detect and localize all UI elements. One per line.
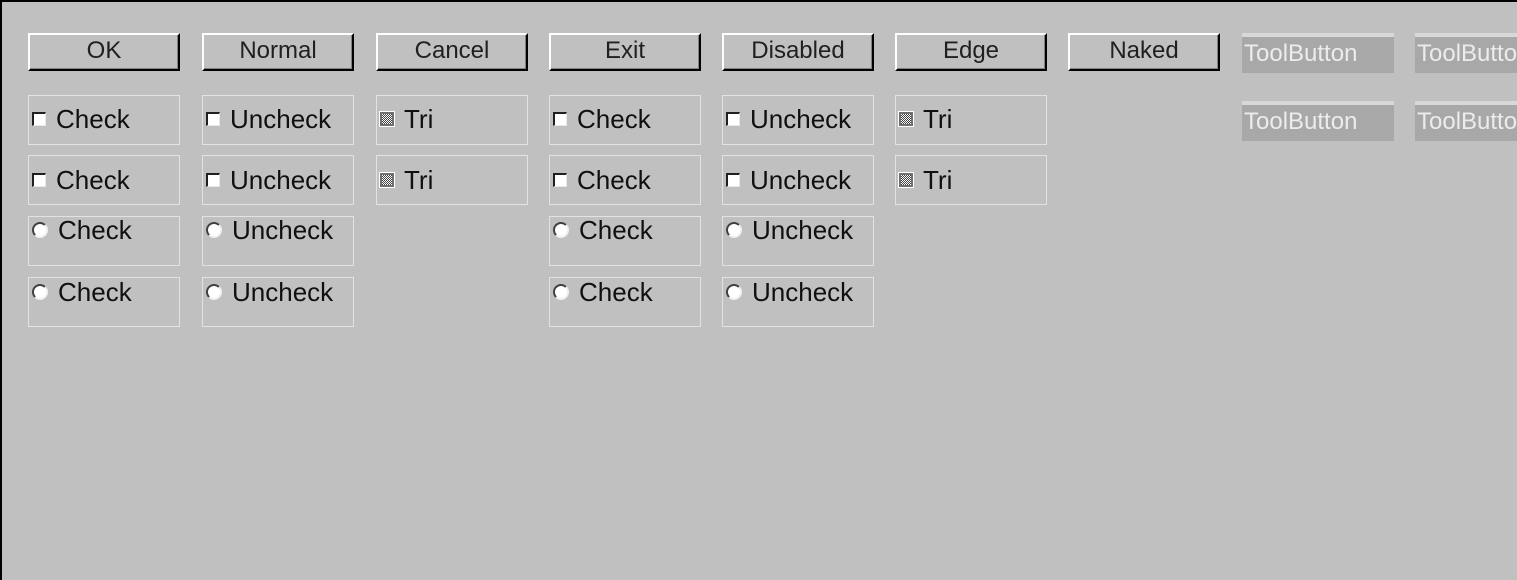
disabled-button[interactable]: Disabled <box>722 33 874 71</box>
radio-circle <box>206 222 222 238</box>
ok-button[interactable]: OK <box>28 33 180 71</box>
exit-button[interactable]: Exit <box>549 33 701 71</box>
tool-button-4[interactable]: ToolButton <box>1415 101 1517 141</box>
checkbox-label: Check <box>577 164 651 195</box>
checkbox-box <box>206 112 220 126</box>
checkbox-box <box>553 173 567 187</box>
radio-check[interactable]: Check <box>553 215 653 245</box>
radio-label: Uncheck <box>752 276 854 307</box>
checkbox-box <box>32 173 46 187</box>
checkbox-label: Tri <box>923 103 953 134</box>
checkbox-box <box>206 173 220 187</box>
disabled-button-label: Disabled <box>751 37 845 64</box>
checkbox-indeterminate-box <box>898 111 914 127</box>
checkbox-box <box>726 112 740 126</box>
radio-label: Check <box>579 276 653 307</box>
checkbox-indeterminate-box <box>379 111 395 127</box>
radio-label: Check <box>58 214 132 245</box>
radio-uncheck[interactable]: Uncheck <box>206 277 333 307</box>
cancel-button[interactable]: Cancel <box>376 33 528 71</box>
checkbox-label: Tri <box>923 164 953 195</box>
checkbox-label: Uncheck <box>750 164 852 195</box>
radio-circle <box>553 284 569 300</box>
exit-button-label: Exit <box>604 37 645 64</box>
checkbox-uncheck[interactable]: Uncheck <box>206 165 331 195</box>
normal-button[interactable]: Normal <box>202 33 354 71</box>
ok-button-label: OK <box>86 37 122 64</box>
checkbox-label: Uncheck <box>230 164 332 195</box>
radio-uncheck[interactable]: Uncheck <box>206 215 333 245</box>
normal-button-label: Normal <box>239 37 317 64</box>
checkbox-box <box>553 112 567 126</box>
checkbox-uncheck[interactable]: Uncheck <box>206 104 331 134</box>
naked-button[interactable]: Naked <box>1068 33 1220 71</box>
radio-label: Uncheck <box>232 276 334 307</box>
radio-label: Check <box>58 276 132 307</box>
checkbox-label: Check <box>56 103 130 134</box>
tool-button-2[interactable]: ToolButton <box>1415 33 1517 73</box>
radio-label: Uncheck <box>232 214 334 245</box>
checkbox-tri[interactable]: Tri <box>898 164 953 195</box>
radio-uncheck[interactable]: Uncheck <box>726 215 853 245</box>
radio-circle <box>553 222 569 238</box>
checkbox-uncheck[interactable]: Uncheck <box>726 104 851 134</box>
radio-circle <box>206 284 222 300</box>
edge-button-label: Edge <box>942 37 1000 64</box>
checkbox-check[interactable]: Check <box>32 104 130 134</box>
checkbox-tri[interactable]: Tri <box>898 103 953 134</box>
checkbox-label: Check <box>56 164 130 195</box>
checkbox-indeterminate-box <box>379 172 395 188</box>
edge-button[interactable]: Edge <box>895 33 1047 71</box>
checkbox-uncheck[interactable]: Uncheck <box>726 165 851 195</box>
tool-button-3[interactable]: ToolButton <box>1242 101 1394 141</box>
radio-uncheck[interactable]: Uncheck <box>726 277 853 307</box>
checkbox-indeterminate-box <box>898 172 914 188</box>
radio-circle <box>32 222 48 238</box>
radio-circle <box>726 284 742 300</box>
radio-label: Uncheck <box>752 214 854 245</box>
cancel-button-label: Cancel <box>414 37 490 64</box>
radio-label: Check <box>579 214 653 245</box>
radio-check[interactable]: Check <box>32 215 132 245</box>
checkbox-box <box>726 173 740 187</box>
radio-circle <box>32 284 48 300</box>
checkbox-tri[interactable]: Tri <box>379 164 434 195</box>
checkbox-check[interactable]: Check <box>32 165 130 195</box>
radio-check[interactable]: Check <box>32 277 132 307</box>
checkbox-tri[interactable]: Tri <box>379 103 434 134</box>
radio-circle <box>726 222 742 238</box>
naked-button-label: Naked <box>1109 37 1179 64</box>
checkbox-label: Tri <box>404 164 434 195</box>
tool-button-1[interactable]: ToolButton <box>1242 33 1394 73</box>
radio-check[interactable]: Check <box>553 277 653 307</box>
checkbox-check[interactable]: Check <box>553 104 651 134</box>
checkbox-box <box>32 112 46 126</box>
checkbox-label: Tri <box>404 103 434 134</box>
checkbox-label: Check <box>577 103 651 134</box>
checkbox-label: Uncheck <box>230 103 332 134</box>
checkbox-check[interactable]: Check <box>553 165 651 195</box>
checkbox-label: Uncheck <box>750 103 852 134</box>
